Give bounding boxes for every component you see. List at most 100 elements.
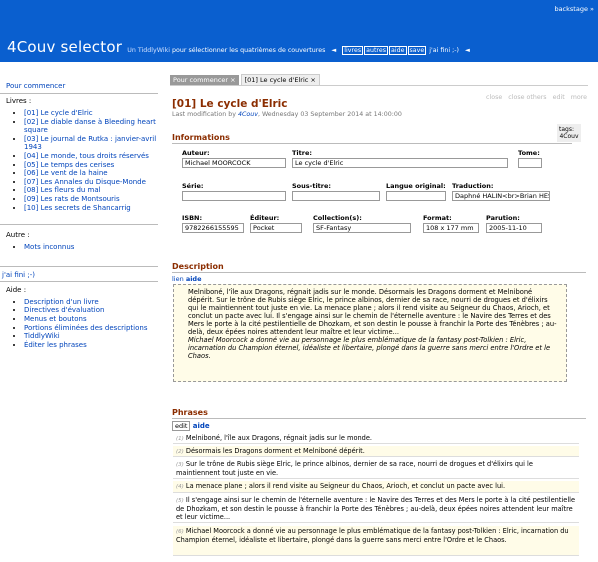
modified-prefix: Last modification by (172, 111, 236, 118)
field-collection: Collection(s): SF-Fantasy (313, 214, 411, 233)
phrase-number: (5) (176, 498, 184, 504)
field-label: Parution: (486, 214, 520, 222)
serie-input[interactable] (182, 191, 286, 201)
field-label: Série: (182, 182, 204, 190)
phrase-row: (3) Sur le trône de Rubis siège Elric, l… (173, 459, 579, 479)
tags-box: tags: 4Couv (557, 124, 581, 142)
collection-input[interactable]: SF-Fantasy (313, 223, 411, 233)
book-link[interactable]: [01] Le cycle d'Elric (24, 109, 93, 117)
book-link[interactable]: [03] Le journal de Rutka : janvier-avril… (24, 135, 156, 152)
header-button-aide[interactable]: aide (389, 46, 407, 55)
field-label: Langue original: (386, 182, 446, 190)
book-link[interactable]: [09] Les rats de Montsouris (24, 195, 120, 203)
list-item: [06] Le vent de la haine (24, 169, 158, 178)
field-traduction: Traduction: Daphné HALIN<br>Brian HES (452, 182, 550, 201)
main-menu: Pour commencer Livres : [01] Le cycle d'… (0, 82, 158, 349)
langue-input[interactable] (386, 191, 446, 201)
phrase-text[interactable]: Il s'engage ainsi sur le chemin de l'éte… (176, 496, 575, 521)
book-link[interactable]: [04] Le monde, tous droits réservés (24, 152, 149, 160)
menu-done-link[interactable]: j'ai fini ;-) (2, 271, 35, 279)
tome-input[interactable] (518, 158, 542, 168)
help-link[interactable]: Description d'un livre (24, 298, 99, 306)
description-italic-text: Michael Moorcock a donné vie au personna… (188, 336, 551, 360)
field-parution: Parution: 2005-11-10 (486, 214, 542, 233)
phrase-text[interactable]: Désormais les Dragons dorment et Melnibo… (186, 447, 365, 455)
help-link[interactable]: Éditer les phrases (24, 341, 87, 349)
help-link[interactable]: Directives d'évaluation (24, 306, 104, 314)
book-link[interactable]: [06] Le vent de la haine (24, 169, 108, 177)
field-editeur: Éditeur: Pocket (250, 214, 302, 233)
site-subtitle: Un TiddlyWiki pour sélectionner les quat… (127, 46, 474, 55)
phrase-text[interactable]: Melniboné, l'île aux Dragons, régnait ja… (186, 434, 372, 442)
list-item: [02] Le diable danse à Bleeding heart sq… (24, 118, 158, 135)
header-button-autres[interactable]: autres (364, 46, 389, 55)
book-link[interactable]: [08] Les fleurs du mal (24, 186, 101, 194)
phrase-row: (6) Michael Moorcock a donné vie au pers… (173, 526, 579, 556)
traduction-input[interactable]: Daphné HALIN<br>Brian HES (452, 191, 550, 201)
parution-input[interactable]: 2005-11-10 (486, 223, 542, 233)
list-item: [09] Les rats de Montsouris (24, 195, 158, 204)
divider (0, 265, 158, 267)
field-isbn: ISBN: 9782266155595 (182, 214, 244, 233)
phrase-number: (1) (176, 436, 184, 442)
field-label: Tome: (518, 149, 540, 157)
more-button[interactable]: more (571, 94, 587, 101)
editeur-input[interactable]: Pocket (250, 223, 302, 233)
help-link[interactable]: Menus et boutons (24, 315, 87, 323)
field-serie: Série: (182, 182, 286, 201)
phrases-edit-button[interactable]: edit (172, 421, 191, 431)
phrase-text[interactable]: La menace plane ; alors il rend visite a… (186, 482, 505, 490)
description-help-link[interactable]: aide (186, 275, 202, 283)
backstage-link[interactable]: backstage » (554, 5, 594, 13)
close-others-button[interactable]: close others (508, 94, 546, 101)
phrase-number: (6) (176, 529, 184, 535)
done-link[interactable]: j'ai fini ;-) (429, 47, 459, 54)
list-item: Portions éliminées des descriptions (24, 324, 158, 333)
field-format: Format: 108 x 177 mm (423, 214, 479, 233)
soustitre-input[interactable] (292, 191, 380, 201)
section-description: Description (172, 262, 586, 273)
book-link[interactable]: [02] Le diable danse à Bleeding heart sq… (24, 118, 156, 135)
isbn-input[interactable]: 9782266155595 (182, 223, 244, 233)
help-list: Description d'un livre Directives d'éval… (24, 298, 158, 350)
tab-divider (170, 85, 588, 86)
titre-input[interactable]: Le cycle d'Elric (292, 158, 508, 168)
list-item: [08] Les fleurs du mal (24, 186, 158, 195)
phrases-buttons: edit aide (172, 421, 210, 431)
book-link[interactable]: [10] Les secrets de Shancarrig (24, 204, 131, 212)
description-links: lien aide (172, 275, 202, 283)
book-link[interactable]: [07] Les Annales du Disque-Monde (24, 178, 146, 186)
help-link[interactable]: Portions éliminées des descriptions (24, 324, 147, 332)
header-button-save[interactable]: save (407, 46, 427, 55)
tab-elric[interactable]: [01] Le cycle d'Elric × (240, 74, 320, 85)
field-label: Sous-titre: (292, 182, 331, 190)
tag-4couv[interactable]: 4Couv (559, 133, 579, 140)
field-auteur: Auteur: Michael MOORCOCK (182, 149, 286, 168)
list-item: Mots inconnus (24, 243, 158, 252)
description-box: Melniboné, l'île aux Dragons, régnait ja… (173, 284, 567, 382)
tiddlywiki-link[interactable]: Un TiddlyWiki (127, 47, 170, 54)
book-link[interactable]: [05] Le temps des cerises (24, 161, 114, 169)
field-tome: Tome: (518, 149, 542, 168)
close-button[interactable]: close (486, 94, 502, 101)
list-item: [04] Le monde, tous droits réservés (24, 152, 158, 161)
help-link[interactable]: TiddlyWiki (24, 332, 60, 340)
format-input[interactable]: 108 x 177 mm (423, 223, 479, 233)
menu-start-link[interactable]: Pour commencer (6, 82, 65, 90)
section-phrases: Phrases (172, 408, 586, 419)
phrase-text[interactable]: Sur le trône de Rubis siège Elric, le pr… (176, 460, 533, 477)
field-langue: Langue original: (386, 182, 446, 201)
unknown-words-link[interactable]: Mots inconnus (24, 243, 74, 251)
phrases-help-link[interactable]: aide (193, 422, 210, 430)
modifier-link[interactable]: 4Couv (238, 111, 258, 118)
phrase-text[interactable]: Michael Moorcock a donné vie au personna… (176, 527, 569, 544)
section-informations: Informations (172, 133, 572, 144)
auteur-input[interactable]: Michael MOORCOCK (182, 158, 286, 168)
list-item: Directives d'évaluation (24, 306, 158, 315)
other-list: Mots inconnus (24, 243, 158, 252)
tiddler-toolbar: close close others edit more (482, 94, 587, 101)
edit-button[interactable]: edit (553, 94, 565, 101)
header-button-livres[interactable]: livres (342, 46, 364, 55)
description-link[interactable]: lien (172, 275, 184, 283)
story-tabs: Pour commencer × [01] Le cycle d'Elric × (170, 74, 322, 86)
